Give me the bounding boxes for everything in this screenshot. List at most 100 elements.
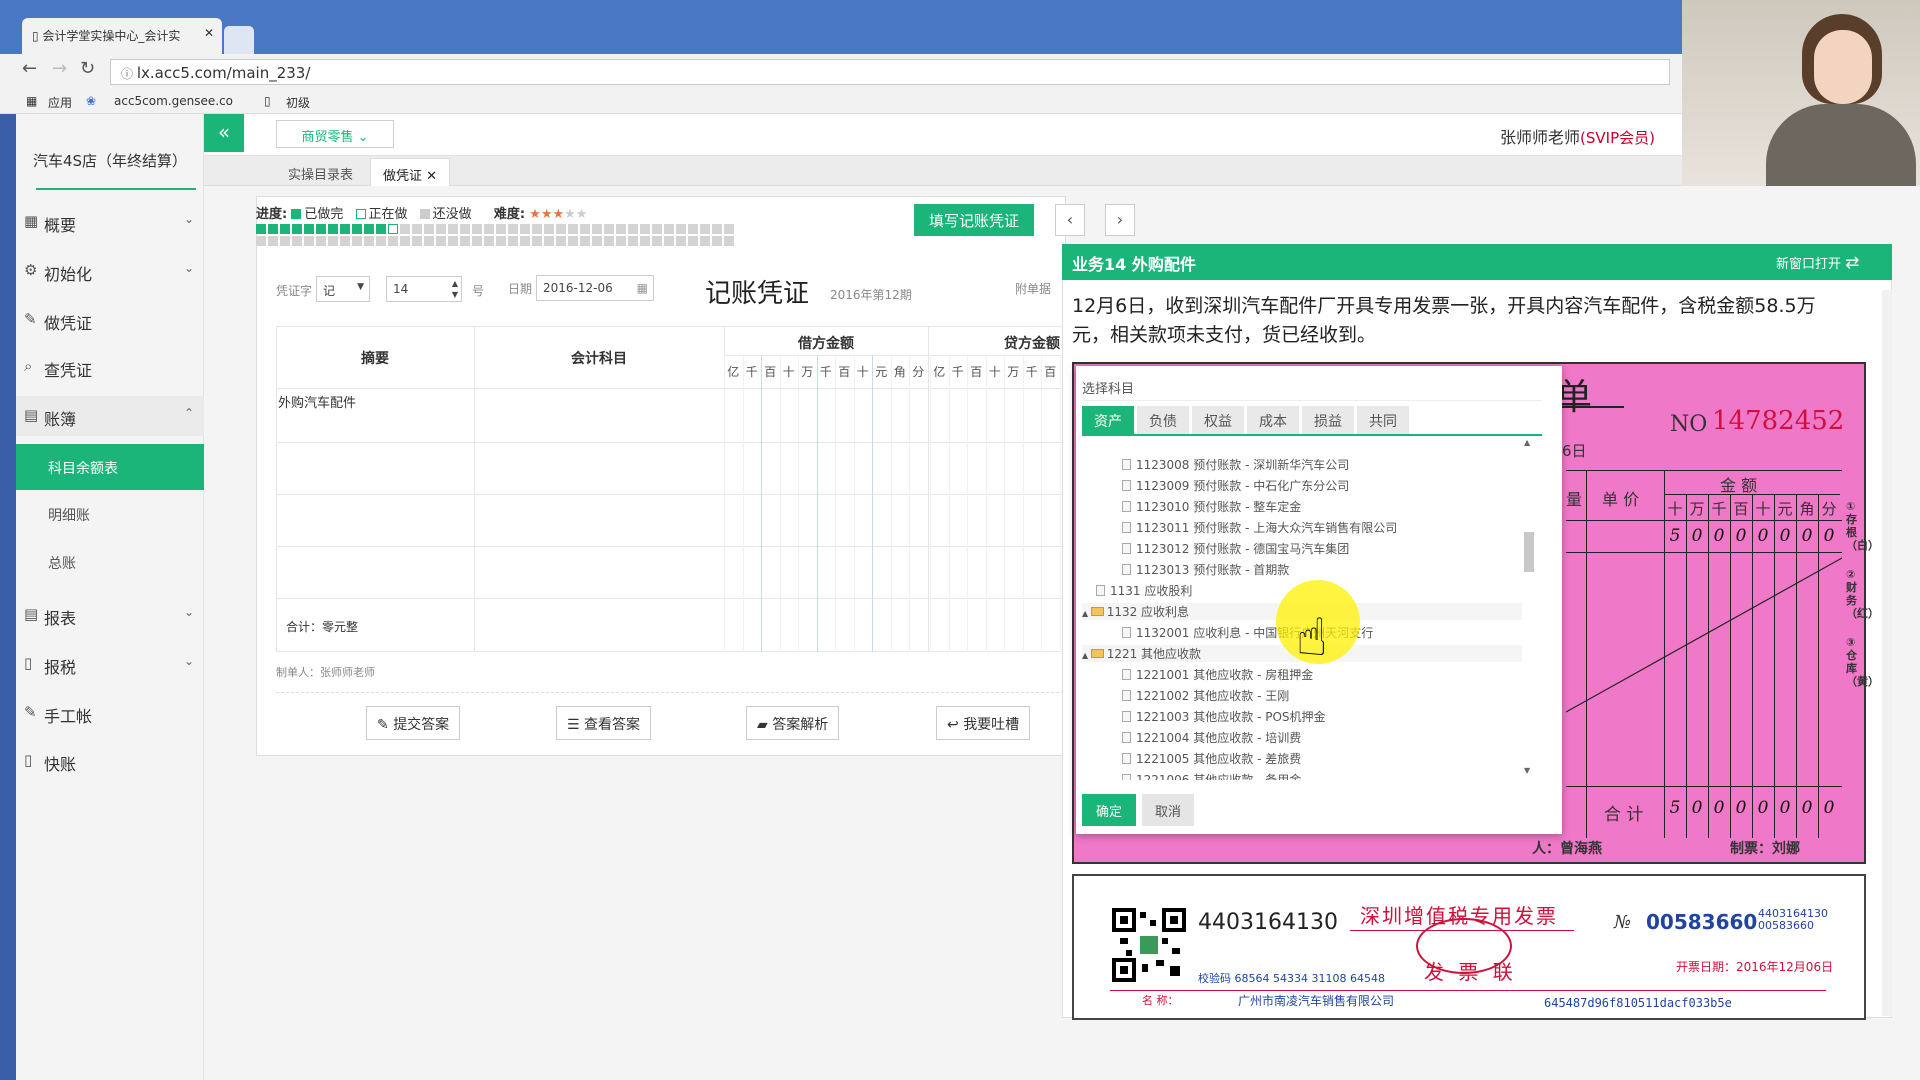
progress-cell[interactable] xyxy=(520,236,530,246)
close-icon[interactable]: ✕ xyxy=(426,169,437,184)
progress-cell[interactable] xyxy=(280,224,290,234)
sidebar-sub-general[interactable]: 总账 xyxy=(16,542,204,582)
progress-cell[interactable] xyxy=(424,236,434,246)
progress-cell[interactable] xyxy=(328,236,338,246)
selector-tab[interactable]: 损益 xyxy=(1302,406,1354,434)
sidebar-sub-detail[interactable]: 明细账 xyxy=(16,494,204,534)
answer-analysis-button[interactable]: ▰ 答案解析 xyxy=(746,706,840,740)
progress-cell[interactable] xyxy=(364,236,374,246)
tree-item[interactable]: 1123009 预付账款 - 中石化广东分公司 xyxy=(1122,477,1542,494)
progress-cell[interactable] xyxy=(436,224,446,234)
progress-cell[interactable] xyxy=(700,236,710,246)
prev-business-button[interactable]: ‹ xyxy=(1055,204,1085,236)
progress-cell[interactable] xyxy=(556,224,566,234)
progress-cell[interactable] xyxy=(628,236,638,246)
progress-cell[interactable] xyxy=(568,236,578,246)
tree-item[interactable]: 1221001 其他应收款 - 房租押金 xyxy=(1122,666,1542,683)
progress-cell[interactable] xyxy=(520,224,530,234)
progress-cell[interactable] xyxy=(436,236,446,246)
selector-tab[interactable]: 权益 xyxy=(1192,406,1244,434)
progress-cell[interactable] xyxy=(484,236,494,246)
collapse-sidebar-button[interactable]: « xyxy=(204,114,244,152)
sidebar-item-init[interactable]: ⚙ 初始化 ⌄ xyxy=(22,251,204,291)
progress-cell[interactable] xyxy=(388,224,398,234)
sidebar-sub-balance[interactable]: 科目余额表 xyxy=(16,444,204,490)
feedback-button[interactable]: ↩ 我要吐槽 xyxy=(936,706,1031,740)
progress-cell[interactable] xyxy=(592,224,602,234)
progress-cell[interactable] xyxy=(340,236,350,246)
back-icon[interactable]: ← xyxy=(22,58,37,79)
progress-cell[interactable] xyxy=(484,224,494,234)
sidebar-item-books[interactable]: ▤ 账簿 ⌃ xyxy=(16,396,204,436)
progress-cell[interactable] xyxy=(472,224,482,234)
progress-cell[interactable] xyxy=(304,224,314,234)
view-answer-button[interactable]: ☰ 查看答案 xyxy=(556,706,652,740)
progress-cell[interactable] xyxy=(700,224,710,234)
row-summary[interactable]: 外购汽车配件 xyxy=(278,392,356,411)
progress-cell[interactable] xyxy=(352,224,362,234)
progress-cell[interactable] xyxy=(580,236,590,246)
address-bar[interactable]: ⓘ lx.acc5.com/main_233/ xyxy=(110,59,1670,85)
sidebar-item-check-voucher[interactable]: ⌕ 查凭证 xyxy=(22,347,204,387)
progress-cell[interactable] xyxy=(496,224,506,234)
progress-cell[interactable] xyxy=(640,224,650,234)
progress-cell[interactable] xyxy=(592,236,602,246)
scrollbar[interactable] xyxy=(1882,290,1892,1016)
selector-tab[interactable]: 资产 xyxy=(1082,406,1134,434)
progress-cell[interactable] xyxy=(508,224,518,234)
sidebar-item-tax[interactable]: ▯ 报税 ⌄ xyxy=(22,644,204,684)
confirm-button[interactable]: 确定 xyxy=(1082,794,1136,826)
progress-cell[interactable] xyxy=(292,224,302,234)
progress-cell[interactable] xyxy=(268,236,278,246)
sidebar-item-reports[interactable]: ▤ 报表 ⌄ xyxy=(22,595,204,635)
tab-make-voucher[interactable]: 做凭证 ✕ xyxy=(370,158,451,186)
progress-cell[interactable] xyxy=(424,224,434,234)
progress-cell[interactable] xyxy=(568,224,578,234)
progress-cell[interactable] xyxy=(724,224,734,234)
tree-item[interactable]: 1123008 预付账款 - 深圳新华汽车公司 xyxy=(1122,456,1542,473)
progress-cell[interactable] xyxy=(256,236,266,246)
bookmark-gensee[interactable]: acc5com.gensee.co xyxy=(114,94,233,108)
progress-cell[interactable] xyxy=(688,236,698,246)
progress-cell[interactable] xyxy=(628,224,638,234)
progress-cell[interactable] xyxy=(340,224,350,234)
sidebar-item-overview[interactable]: ▦ 概要 ⌄ xyxy=(22,202,204,242)
progress-cell[interactable] xyxy=(304,236,314,246)
progress-cell[interactable] xyxy=(256,224,266,234)
progress-cell[interactable] xyxy=(460,236,470,246)
progress-cell[interactable] xyxy=(400,236,410,246)
progress-cell[interactable] xyxy=(280,236,290,246)
progress-cell[interactable] xyxy=(448,224,458,234)
date-field[interactable]: 2016-12-06 ▦ xyxy=(536,275,654,301)
progress-cell[interactable] xyxy=(460,224,470,234)
reload-icon[interactable]: ↻ xyxy=(80,58,95,79)
selector-tab[interactable]: 共同 xyxy=(1357,406,1409,434)
scroll-up-icon[interactable]: ▲ xyxy=(1524,438,1530,447)
progress-cell[interactable] xyxy=(664,236,674,246)
progress-cell[interactable] xyxy=(508,236,518,246)
bookmark-apps[interactable]: 应用 xyxy=(48,94,72,111)
tree-item[interactable]: 1123012 预付账款 - 德国宝马汽车集团 xyxy=(1122,540,1542,557)
progress-cell[interactable] xyxy=(544,236,554,246)
user-info[interactable]: 张师师老师(SVIP会员) xyxy=(1500,124,1655,148)
voucher-number-stepper[interactable]: 14 ▲ ▼ xyxy=(386,276,462,302)
progress-cell[interactable] xyxy=(352,236,362,246)
progress-cell[interactable] xyxy=(316,236,326,246)
fill-voucher-button[interactable]: 填写记账凭证 xyxy=(914,204,1034,236)
progress-cell[interactable] xyxy=(664,224,674,234)
tree-item[interactable]: 1221005 其他应收款 - 差旅费 xyxy=(1122,750,1542,767)
tree-item[interactable]: 1221006 其他应收款 - 备用金 xyxy=(1122,771,1542,780)
progress-cell[interactable] xyxy=(412,236,422,246)
progress-cell[interactable] xyxy=(556,236,566,246)
progress-cell[interactable] xyxy=(712,236,722,246)
progress-cell[interactable] xyxy=(268,224,278,234)
submit-answer-button[interactable]: ✎ 提交答案 xyxy=(366,706,461,740)
selector-tab[interactable]: 成本 xyxy=(1247,406,1299,434)
progress-cell[interactable] xyxy=(328,224,338,234)
word-select[interactable]: 记 ▼ xyxy=(316,276,370,302)
progress-cell[interactable] xyxy=(448,236,458,246)
progress-cell[interactable] xyxy=(676,224,686,234)
new-tab-button[interactable] xyxy=(224,26,254,54)
progress-cell[interactable] xyxy=(364,224,374,234)
cancel-button[interactable]: 取消 xyxy=(1142,794,1194,826)
